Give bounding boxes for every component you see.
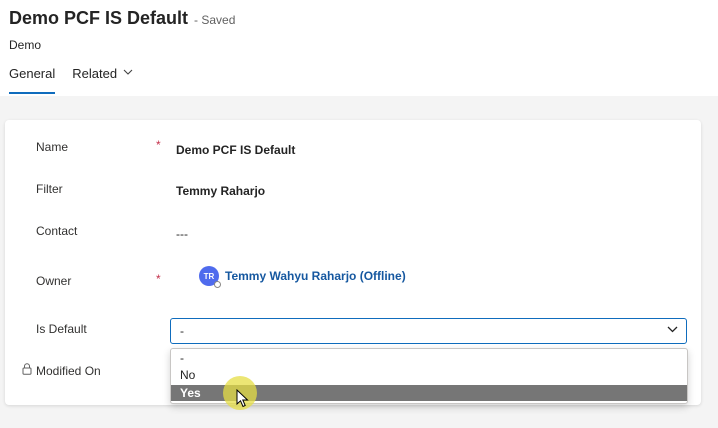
required-indicator: * xyxy=(156,272,161,286)
modified-on-label: Modified On xyxy=(36,364,101,378)
save-status: - Saved xyxy=(194,13,236,27)
name-label: Name xyxy=(36,140,69,154)
owner-lookup[interactable]: TR Temmy Wahyu Raharjo (Offline) xyxy=(199,266,406,288)
is-default-select[interactable]: - xyxy=(170,318,687,344)
owner-label: Owner xyxy=(36,274,72,288)
is-default-label: Is Default xyxy=(36,322,87,336)
lock-icon xyxy=(22,363,32,375)
name-value[interactable]: Demo PCF IS Default xyxy=(176,143,295,157)
mouse-pointer-icon xyxy=(236,389,249,408)
contact-label: Contact xyxy=(36,224,78,238)
chevron-down-icon xyxy=(123,69,133,75)
avatar-initials: TR xyxy=(203,271,215,281)
owner-link[interactable]: Temmy Wahyu Raharjo (Offline) xyxy=(225,269,406,283)
contact-value[interactable]: --- xyxy=(176,227,188,241)
filter-label: Filter xyxy=(36,182,63,196)
tab-related[interactable]: Related xyxy=(72,66,133,96)
tab-general[interactable]: General xyxy=(9,66,56,96)
presence-offline-icon xyxy=(214,281,221,288)
record-title: Demo PCF IS Default xyxy=(9,8,189,28)
filter-value[interactable]: Temmy Raharjo xyxy=(176,184,265,198)
entity-name: Demo xyxy=(9,38,42,52)
tab-general-label: General xyxy=(9,66,56,81)
option-dash[interactable]: - xyxy=(171,350,687,366)
tab-related-label: Related xyxy=(72,66,118,81)
form-header: Demo PCF IS Default - Saved Demo General… xyxy=(0,0,718,96)
required-indicator: * xyxy=(156,138,161,152)
chevron-down-icon xyxy=(667,326,678,333)
tab-list: General Related xyxy=(9,66,150,96)
is-default-selected-value: - xyxy=(180,324,184,338)
avatar: TR xyxy=(199,266,221,288)
title-row: Demo PCF IS Default - Saved xyxy=(9,8,235,29)
